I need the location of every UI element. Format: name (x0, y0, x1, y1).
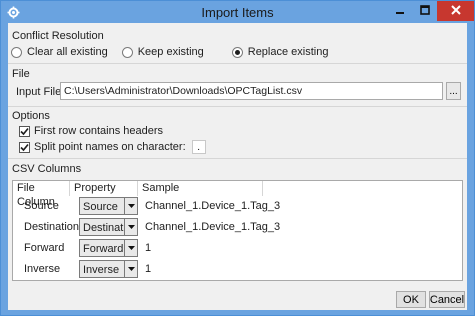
file-column-cell: Destination (24, 221, 80, 233)
close-icon (450, 4, 461, 18)
radio-replace-existing[interactable]: Replace existing (231, 46, 329, 58)
file-group-label: File (12, 68, 30, 80)
radio-circle[interactable] (121, 46, 133, 58)
radio-keep-existing[interactable]: Keep existing (121, 46, 204, 58)
cancel-button[interactable]: Cancel (429, 291, 465, 308)
table-row: Inverse Inverse 1 (13, 259, 462, 280)
radio-label: Keep existing (137, 46, 204, 58)
sample-cell: Channel_1.Device_1.Tag_3 (145, 221, 281, 233)
split-names-label: Split point names on character: (34, 141, 186, 153)
property-select-value: Source (83, 201, 118, 213)
radio-clear-all[interactable]: Clear all existing (11, 46, 108, 58)
conflict-resolution-label: Conflict Resolution (12, 30, 104, 42)
column-header-file-column[interactable]: File Column (13, 181, 70, 208)
split-names-checkbox[interactable] (19, 141, 30, 153)
split-names-option[interactable]: Split point names on character: (19, 140, 206, 154)
first-row-headers-option[interactable]: First row contains headers (19, 125, 163, 137)
dropdown-arrow-icon[interactable] (124, 219, 137, 235)
radio-label: Clear all existing (27, 46, 108, 58)
check-icon (20, 143, 29, 151)
sample-cell: Channel_1.Device_1.Tag_3 (145, 200, 281, 212)
file-column-cell: Source (24, 200, 59, 212)
ok-button[interactable]: OK (396, 291, 426, 308)
property-select-value: Inverse (83, 264, 120, 276)
table-row: Forward Forward 1 (13, 238, 462, 259)
first-row-headers-checkbox[interactable] (19, 125, 30, 137)
file-column-cell: Forward (24, 242, 65, 254)
import-items-window: Import Items Conflict Resolution Clear a… (0, 0, 475, 316)
first-row-headers-label: First row contains headers (34, 125, 163, 137)
dropdown-arrow-icon[interactable] (124, 261, 137, 277)
divider (8, 63, 467, 64)
input-file-label: Input File: (16, 86, 65, 98)
browse-button[interactable]: ... (446, 82, 461, 100)
title-bar[interactable]: Import Items (1, 1, 474, 23)
sample-cell: 1 (145, 263, 152, 275)
dropdown-arrow-icon[interactable] (124, 240, 137, 256)
property-select-value: Destination (83, 222, 125, 234)
property-select[interactable]: Inverse (79, 260, 138, 278)
table-header: File Column Property Sample (13, 181, 462, 208)
property-select[interactable]: Source (79, 197, 138, 215)
dialog-body: Conflict Resolution Clear all existing K… (8, 23, 467, 310)
property-select-value: Forward (83, 243, 124, 255)
check-icon (20, 127, 29, 135)
radio-circle[interactable] (11, 46, 22, 58)
property-select[interactable]: Forward (79, 239, 138, 257)
minimize-icon (395, 5, 405, 18)
input-file-path-field[interactable] (60, 82, 443, 100)
file-column-cell: Inverse (24, 263, 61, 275)
maximize-button[interactable] (413, 1, 437, 21)
conflict-radio-group: Clear all existing Keep existing Replace… (11, 46, 342, 58)
minimize-button[interactable] (387, 1, 413, 21)
column-header-sample[interactable]: Sample (138, 181, 263, 196)
radio-label: Replace existing (247, 46, 329, 58)
maximize-icon (420, 4, 430, 18)
split-character-field[interactable] (191, 140, 206, 154)
dropdown-arrow-icon[interactable] (124, 198, 137, 214)
csv-columns-table: File Column Property Sample Source Sourc… (12, 180, 463, 281)
column-header-property[interactable]: Property (70, 181, 138, 196)
options-group-label: Options (12, 110, 50, 122)
close-button[interactable] (437, 1, 474, 21)
divider (8, 106, 467, 107)
csv-columns-label: CSV Columns (12, 163, 82, 175)
table-row: Source Source Channel_1.Device_1.Tag_3 (13, 196, 462, 217)
radio-dot (234, 49, 240, 55)
sample-cell: 1 (145, 242, 152, 254)
divider (8, 158, 467, 159)
table-row: Destination Destination Channel_1.Device… (13, 217, 462, 238)
radio-circle-selected[interactable] (231, 46, 243, 58)
property-select[interactable]: Destination (79, 218, 138, 236)
